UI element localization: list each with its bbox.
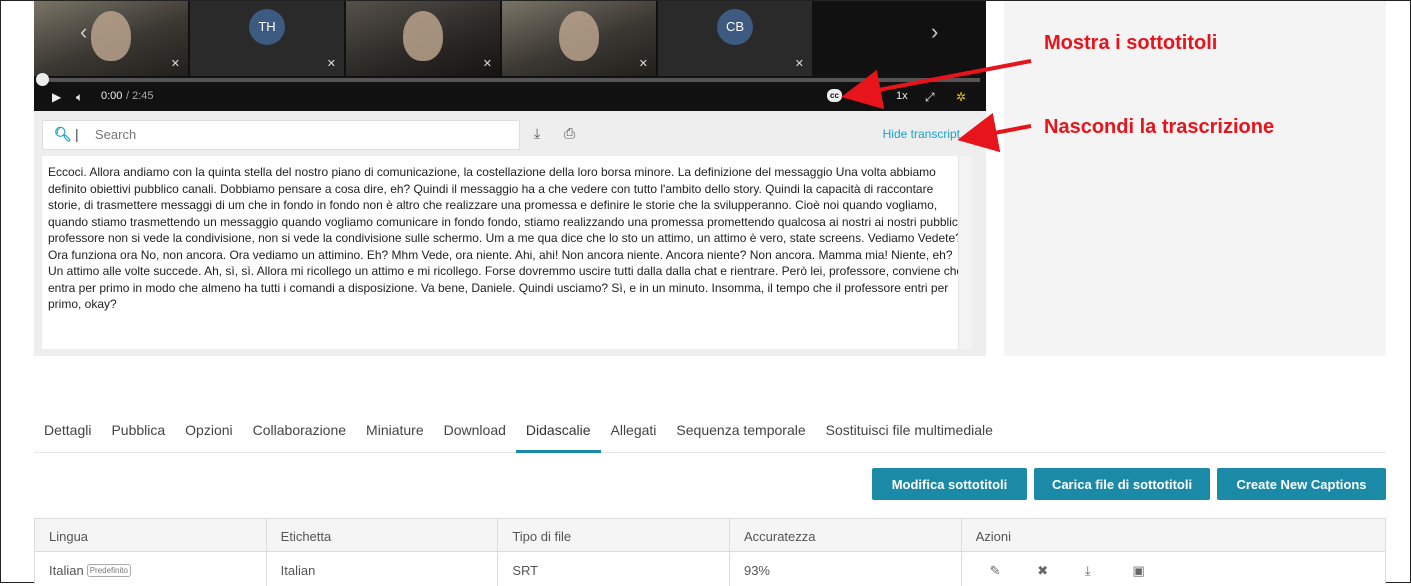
tab-bar: Dettagli Pubblica Opzioni Collaborazione… [34, 416, 1386, 453]
column-header: Azioni [975, 529, 1012, 544]
mic-off-icon: ✕ [170, 58, 180, 70]
transcript-scrollbar[interactable] [958, 156, 972, 349]
volume-icon[interactable]: 🔈︎ [76, 90, 83, 105]
transcript-search-input[interactable] [95, 127, 495, 142]
transcript-text: Eccoci. Allora andiamo con la quinta ste… [42, 156, 972, 349]
mic-off-icon: ✕ [794, 58, 804, 70]
total-time: / 2:45 [126, 90, 154, 102]
column-header: Accuratezza [730, 519, 962, 552]
participant-thumb: TH ✕ [190, 1, 344, 76]
tab-opzioni[interactable]: Opzioni [175, 416, 242, 453]
participant-initials: CB [717, 9, 753, 45]
tab-sequenza-temporale[interactable]: Sequenza temporale [666, 416, 815, 453]
participant-thumb: CB ✕ [658, 1, 812, 76]
print-icon[interactable]: ⎙ [564, 125, 575, 142]
progress-bar[interactable] [36, 73, 980, 86]
tab-dettagli[interactable]: Dettagli [34, 416, 101, 453]
download-icon[interactable]: ⤓ [1085, 563, 1129, 579]
closed-captions-icon[interactable]: cc [827, 89, 842, 102]
upload-captions-button[interactable]: Carica file di sottotitoli [1034, 468, 1210, 500]
language-cell: Italian Predefinito [35, 553, 267, 586]
delete-icon[interactable]: ✖ [1037, 563, 1081, 579]
chevron-left-icon[interactable]: ‹ [80, 19, 87, 45]
mic-off-icon: ✕ [482, 58, 492, 70]
player-controls: ▶ 🔈︎ 0:00 / 2:45 cc ▮ 1x ⤢ ✲ [34, 87, 986, 109]
edit-captions-button[interactable]: Modifica sottotitoli [872, 468, 1027, 500]
participant-strip: ✕ TH ✕ ✕ ✕ CB ✕ [34, 1, 986, 76]
tab-pubblica[interactable]: Pubblica [101, 416, 175, 453]
progress-handle[interactable] [36, 73, 49, 86]
participant-initials: TH [249, 9, 285, 45]
search-icon: 🔍︎ [54, 126, 72, 142]
preview-icon[interactable]: ▣ [1133, 563, 1177, 579]
text-cursor: | [75, 126, 79, 142]
download-icon[interactable]: ⤓ [534, 125, 540, 142]
screenshot-frame: ✕ TH ✕ ✕ ✕ CB ✕ ‹ › ▶ 🔈︎ 0:00 / 2:45 cc ▮ … [0, 0, 1411, 586]
playback-speed[interactable]: 1x [896, 90, 908, 102]
tab-collaborazione[interactable]: Collaborazione [243, 416, 356, 453]
column-header: Lingua [35, 519, 267, 552]
play-icon[interactable]: ▶ [52, 90, 61, 104]
chapters-icon[interactable]: ▮ [860, 90, 866, 103]
captions-table: Lingua Etichetta Tipo di file Accuratezz… [34, 518, 1386, 586]
tab-download[interactable]: Download [434, 416, 516, 453]
actions-cell: ✎ ✖ ⤓ ▣ [962, 553, 1385, 586]
tab-allegati[interactable]: Allegati [601, 416, 667, 453]
tab-miniature[interactable]: Miniature [356, 416, 434, 453]
create-captions-button[interactable]: Create New Captions [1217, 468, 1386, 500]
default-badge: Predefinito [86, 564, 131, 577]
fullscreen-icon[interactable]: ⤢ [925, 90, 935, 105]
callout-hide-transcript: Nascondi la trascrizione [1044, 116, 1275, 138]
transcript-body: Eccoci. Allora andiamo con la quinta ste… [48, 165, 964, 311]
participant-thumb: ✕ [34, 1, 188, 76]
transcript-panel: 🔍︎ | ⤓ ⎙ Hide transcript Eccoci. Allora … [34, 111, 986, 356]
kaltura-logo-icon: ✲ [956, 90, 967, 104]
hide-transcript-link[interactable]: Hide transcript [883, 127, 960, 141]
participant-thumb: ✕ [346, 1, 500, 76]
edit-pencil-icon[interactable]: ✎ [990, 563, 1034, 579]
column-header: Tipo di file [498, 519, 730, 552]
label-cell: Italian [267, 553, 499, 586]
table-row: Italian Predefinito Italian SRT 93% ✎ ✖ ⤓… [35, 553, 1385, 586]
mic-off-icon: ✕ [326, 58, 336, 70]
tab-didascalie[interactable]: Didascalie [515, 416, 601, 453]
transcript-search-box[interactable]: 🔍︎ | [42, 120, 520, 150]
file-type-cell: SRT [498, 553, 730, 586]
table-header-row: Lingua Etichetta Tipo di file Accuratezz… [35, 519, 1385, 552]
mic-off-icon: ✕ [638, 58, 648, 70]
participant-thumb: ✕ [502, 1, 656, 76]
language-value: Italian [49, 563, 84, 578]
chevron-right-icon[interactable]: › [931, 19, 938, 45]
callout-show-captions: Mostra i sottotitoli [1044, 32, 1218, 54]
current-time: 0:00 [101, 90, 123, 102]
accuracy-cell: 93% [730, 553, 962, 586]
video-player[interactable]: ✕ TH ✕ ✕ ✕ CB ✕ ‹ › ▶ 🔈︎ 0:00 / 2:45 cc ▮ … [34, 1, 986, 111]
tab-sostituisci-file[interactable]: Sostituisci file multimediale [816, 416, 1003, 453]
column-header: Etichetta [267, 519, 499, 552]
